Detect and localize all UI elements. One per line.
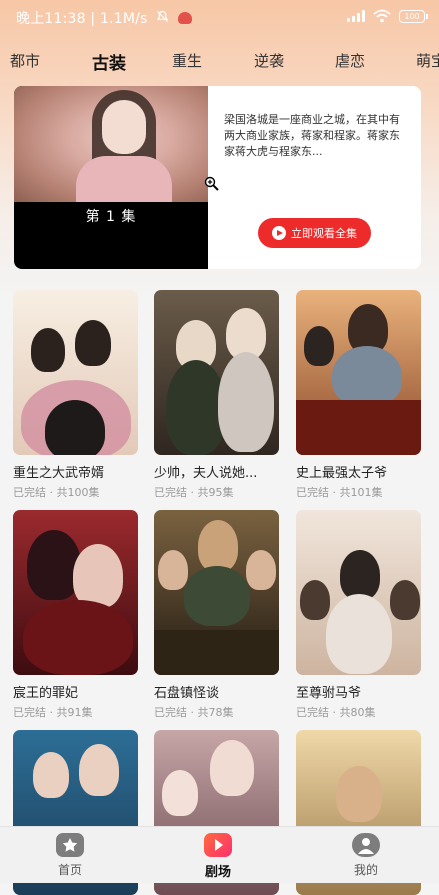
drama-card[interactable]: 少帅，夫人说她... 已完结 · 共95集	[154, 290, 279, 500]
featured-video-frame	[14, 86, 208, 202]
featured-description: 梁国洛城是一座商业之城，在其中有两大商业家族，蒋家和程家。蒋家东家蒋大虎与程家东…	[224, 113, 400, 158]
nav-profile-label: 我的	[353, 863, 378, 877]
drama-poster[interactable]	[154, 510, 279, 675]
nav-theater-label: 剧场	[204, 865, 231, 880]
watch-all-button[interactable]: 立即观看全集	[258, 218, 371, 248]
nav-home[interactable]: 首页	[30, 833, 110, 878]
drama-poster[interactable]	[13, 510, 138, 675]
tab-comeback[interactable]: 逆袭	[254, 50, 284, 71]
mute-bell-icon	[156, 10, 169, 27]
drama-poster[interactable]	[13, 290, 138, 455]
drama-meta: 已完结 · 共91集	[13, 706, 93, 719]
theater-play-icon	[204, 833, 232, 857]
zoom-cursor-icon	[204, 176, 219, 191]
drama-title: 史上最强太子爷	[296, 466, 388, 481]
tab-rebirth[interactable]: 重生	[172, 50, 202, 71]
drama-meta: 已完结 · 共100集	[13, 486, 100, 499]
drama-card[interactable]: 石盘镇怪谈 已完结 · 共78集	[154, 510, 279, 720]
watch-all-label: 立即观看全集	[291, 227, 357, 240]
drama-card[interactable]: 史上最强太子爷 已完结 · 共101集	[296, 290, 421, 500]
tab-cute-baby[interactable]: 萌宝	[416, 50, 439, 71]
play-icon	[272, 226, 286, 240]
profile-icon	[352, 833, 380, 857]
status-time-text: 晚上11:38 | 1.1M/s	[16, 11, 148, 27]
wifi-icon	[373, 9, 391, 23]
drama-title: 至尊驸马爷	[296, 686, 362, 701]
category-tabs: 都市 古装 重生 逆袭 虐恋 萌宝	[0, 49, 439, 74]
tab-urban[interactable]: 都市	[10, 50, 40, 71]
drama-meta: 已完结 · 共95集	[154, 486, 234, 499]
drama-poster[interactable]	[296, 290, 421, 455]
drama-card[interactable]: 重生之大武帝婿 已完结 · 共100集	[13, 290, 138, 500]
nav-profile[interactable]: 我的	[326, 833, 406, 878]
drama-meta: 已完结 · 共80集	[296, 706, 376, 719]
drama-title: 重生之大武帝婿	[13, 466, 105, 481]
drama-title: 石盘镇怪谈	[154, 686, 220, 701]
status-indicators: 100	[347, 8, 428, 24]
battery-level: 100	[404, 11, 420, 21]
tab-romance-angst[interactable]: 虐恋	[335, 50, 365, 71]
nav-theater[interactable]: 剧场	[178, 833, 258, 880]
drama-poster[interactable]	[154, 290, 279, 455]
drama-card[interactable]: 宸王的罪妃 已完结 · 共91集	[13, 510, 138, 720]
drama-poster[interactable]	[296, 510, 421, 675]
featured-episode-label: 第 1 集	[85, 209, 137, 225]
drama-meta: 已完结 · 共101集	[296, 486, 383, 499]
drama-card[interactable]: 至尊驸马爷 已完结 · 共80集	[296, 510, 421, 720]
signal-icon	[347, 10, 365, 22]
battery-icon: 100	[399, 9, 428, 23]
home-star-icon	[56, 833, 84, 857]
tab-costume[interactable]: 古装	[92, 49, 126, 74]
featured-video-preview[interactable]: 第 1 集	[14, 86, 208, 269]
bottom-navigation: 首页 剧场 我的	[0, 826, 439, 883]
app-notification-icon	[177, 12, 192, 24]
drama-meta: 已完结 · 共78集	[154, 706, 234, 719]
status-bar: 晚上11:38 | 1.1M/s 100	[0, 0, 439, 34]
drama-title: 宸王的罪妃	[13, 686, 79, 701]
drama-title: 少帅，夫人说她...	[154, 466, 258, 481]
nav-home-label: 首页	[57, 863, 82, 877]
status-time-speed: 晚上11:38 | 1.1M/s	[16, 8, 192, 28]
